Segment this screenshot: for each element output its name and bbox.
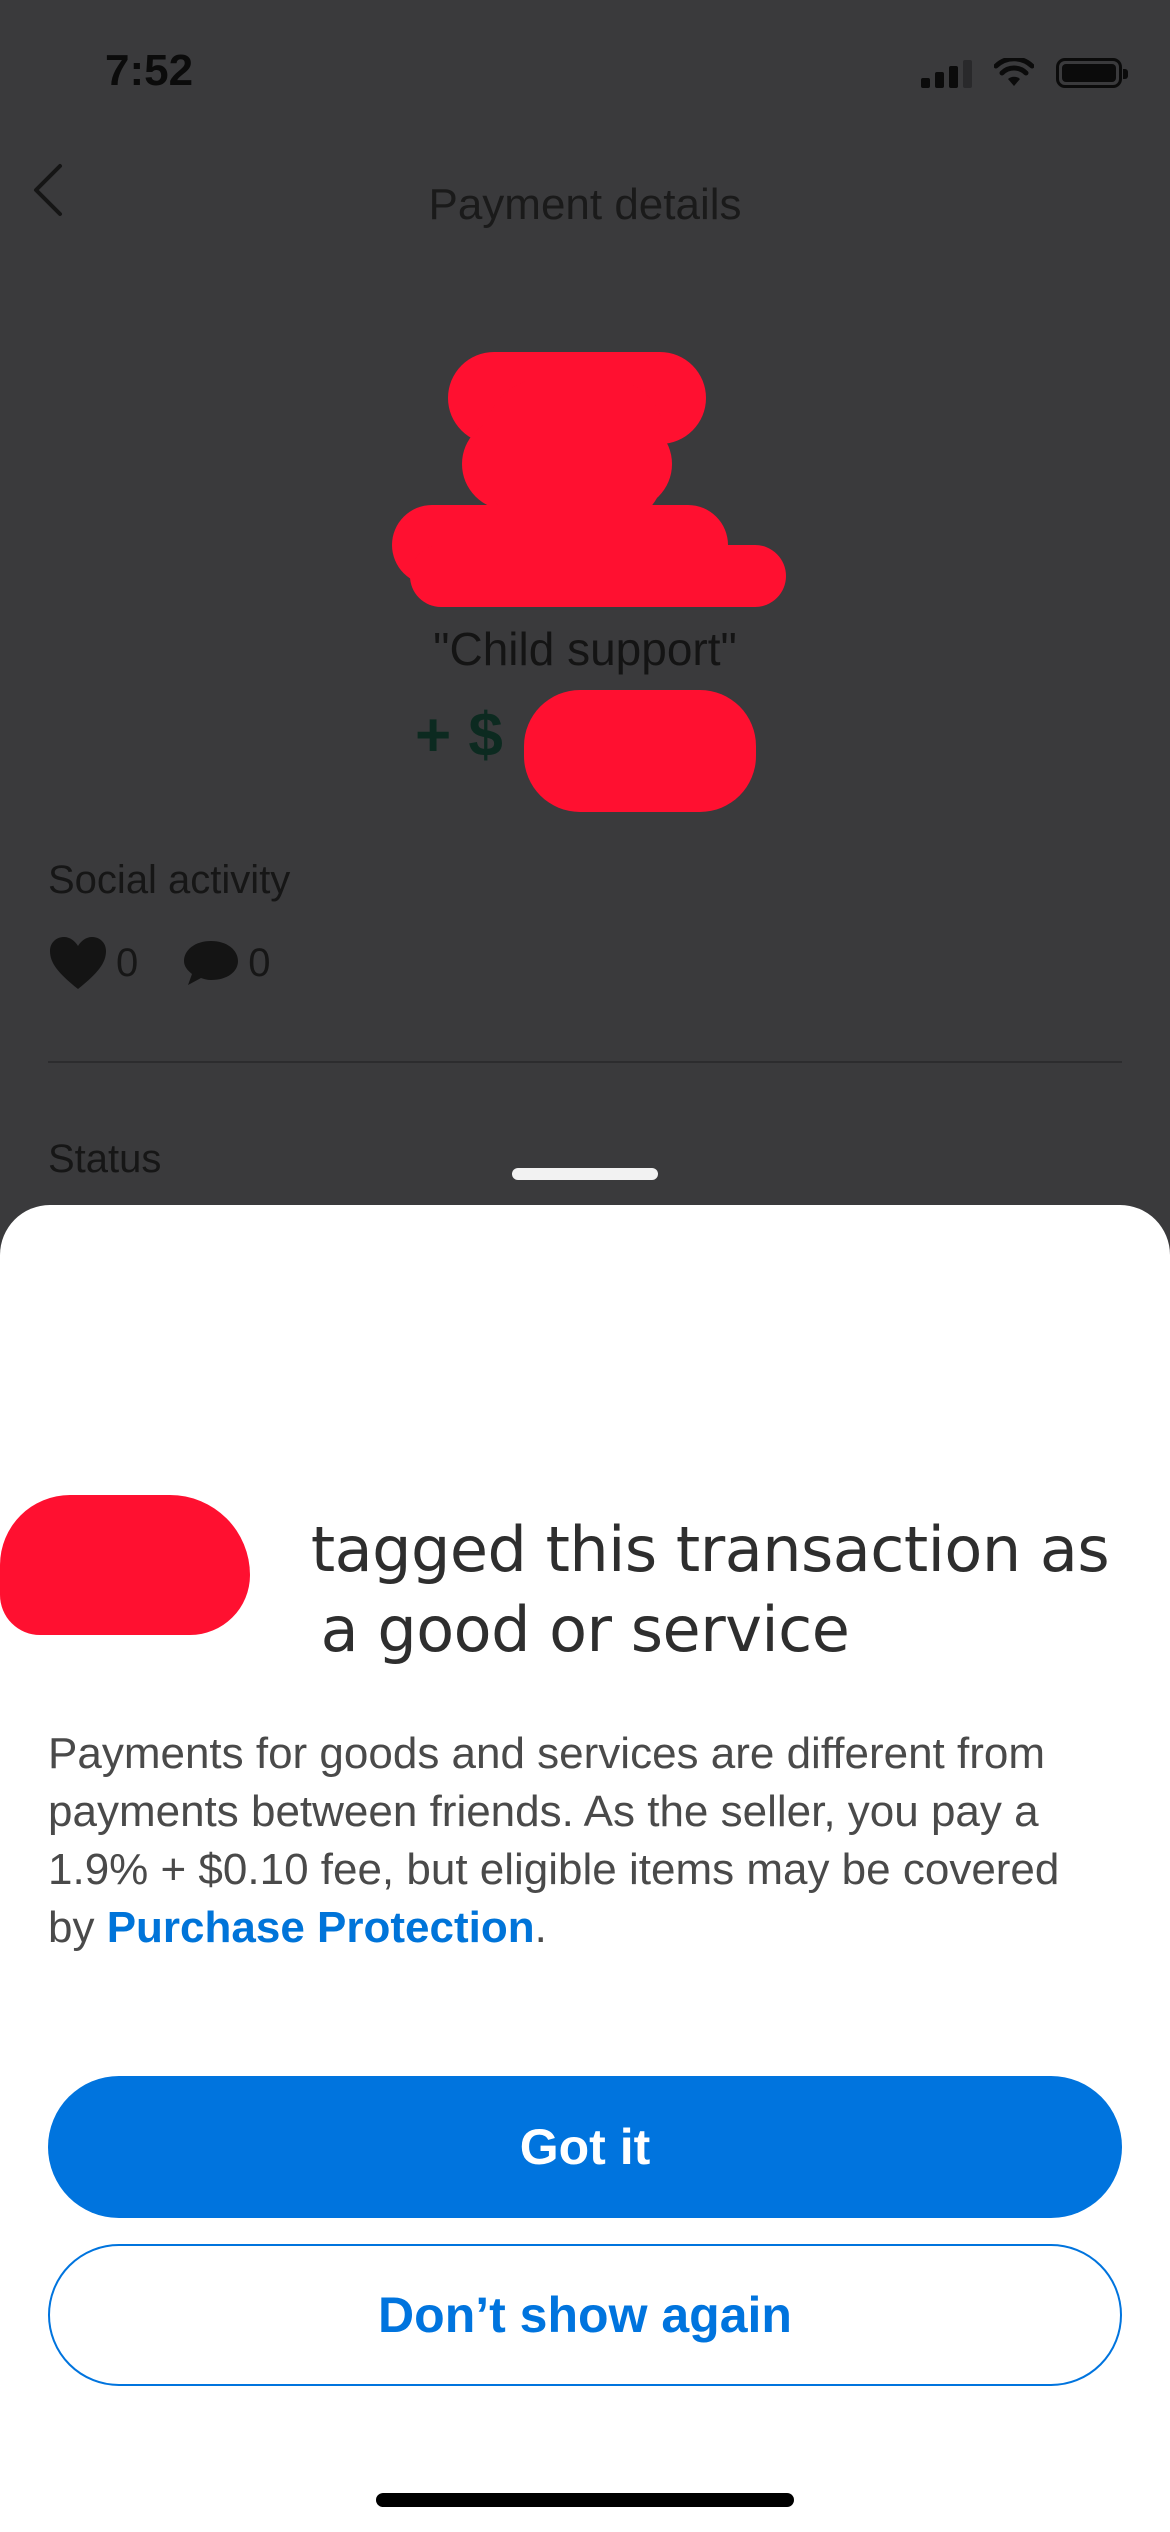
battery-icon [1056,58,1128,88]
purchase-protection-link[interactable]: Purchase Protection [107,1903,535,1952]
sheet-title-line2: a good or service [320,1593,850,1666]
comment-icon[interactable] [182,938,240,988]
social-activity-row: 0 0 [48,935,315,991]
wifi-icon [994,58,1034,86]
sheet-drag-handle[interactable] [512,1168,658,1180]
sheet-title: tagged this transaction as a good or ser… [40,1510,1130,1670]
payment-amount: + $ [415,701,503,770]
payment-details-screen: 7:52 Payment details "Child support" + $… [0,0,1170,1300]
social-activity-label: Social activity [48,858,291,902]
dont-show-again-button[interactable]: Don’t show again [48,2244,1122,2386]
page-title: Payment details [428,180,742,229]
status-time: 7:52 [105,46,194,95]
status-icons [921,58,1128,88]
comment-count: 0 [248,940,271,985]
goods-services-sheet: tagged this transaction as a good or ser… [0,1205,1170,2532]
redacted-amount [524,690,756,812]
sheet-title-line1: tagged this transaction as [310,1513,1110,1586]
sheet-description: Payments for goods and services are diff… [48,1725,1108,1957]
like-count: 0 [116,940,139,985]
payment-memo: "Child support" [433,623,737,675]
signal-icon [921,58,972,88]
heart-icon[interactable] [48,935,108,991]
divider [48,1061,1122,1063]
status-label: Status [48,1137,162,1181]
home-indicator [376,2493,794,2507]
sheet-description-end: . [534,1903,547,1952]
got-it-button[interactable]: Got it [48,2076,1122,2218]
